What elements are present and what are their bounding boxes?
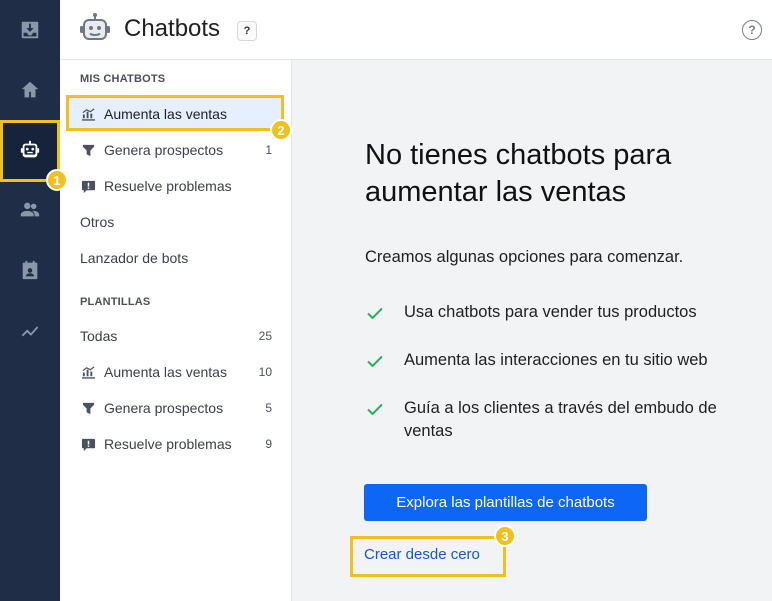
benefit-text: Usa chatbots para vender tus productos [404,303,697,321]
funnel-icon [80,400,96,416]
support-chat-icon [80,436,96,452]
checkmark-icon [365,303,385,323]
item-count: 9 [265,437,272,451]
sales-chart-icon [80,364,96,380]
sidebar-item-templates-leads[interactable]: Genera prospectos 5 [68,392,284,424]
section-label-templates: PLANTILLAS [80,296,151,308]
rail-item-inbox[interactable] [0,0,60,60]
analytics-icon [21,326,39,337]
sidebar-item-templates-problems[interactable]: Resuelve problemas 9 [68,428,284,460]
checkmark-icon [365,399,385,419]
callout-badge: 2 [270,119,292,141]
benefit-item: Aumenta las interacciones en tu sitio we… [365,349,755,372]
empty-state-panel: No tienes chatbots para aumentar las ven… [292,60,772,601]
callout-badge: 1 [46,169,68,191]
sidebar-item-label: Otros [80,214,115,230]
sidebar-item-bot-launcher[interactable]: Lanzador de bots [68,242,284,274]
callout-badge: 3 [494,525,516,547]
benefit-text: Aumenta las interacciones en tu sitio we… [404,351,708,369]
rail-item-clipboard[interactable] [0,240,60,300]
sidebar-item-label: Resuelve problemas [104,436,232,452]
contacts-icon [20,202,40,217]
benefit-item: Usa chatbots para vender tus productos [365,301,755,324]
page-header: Chatbots ? ? [60,0,772,60]
support-chat-icon [80,178,96,194]
item-count: 1 [265,143,272,157]
home-icon [21,81,39,98]
sidebar-item-label: Genera prospectos [104,400,224,416]
section-label-my-chatbots: MIS CHATBOTS [80,73,166,85]
sidebar-item-label: Resuelve problemas [104,178,232,194]
explore-templates-button[interactable]: Explora las plantillas de chatbots [364,484,647,521]
help-icon[interactable]: ? [742,20,762,40]
callout-highlight-create-from-scratch [350,536,506,577]
sidebar-item-label: Todas [80,328,118,344]
sidebar-item-label: Aumenta las ventas [104,364,227,380]
callout-highlight-increase-sales [66,95,284,131]
page-title: Chatbots [124,15,221,42]
item-count: 25 [258,329,272,343]
icon-rail [0,0,60,601]
sidebar-item-generate-leads[interactable]: Genera prospectos 1 [68,134,284,166]
item-count: 5 [265,401,272,415]
chatbot-icon [80,13,110,40]
sidebar-item-others[interactable]: Otros [68,206,284,238]
clipboard-icon [22,260,38,280]
empty-state-intro: Creamos algunas opciones para comenzar. [365,248,684,266]
sidebar-item-label: Genera prospectos [104,142,224,158]
sidebar-item-label: Lanzador de bots [80,250,189,266]
title-help-button[interactable]: ? [237,21,257,41]
benefit-text: Guía a los clientes a través del embudo … [404,399,717,440]
benefit-item: Guía a los clientes a través del embudo … [365,397,765,443]
empty-state-heading: No tienes chatbots para aumentar las ven… [365,139,672,208]
rail-item-home[interactable] [0,60,60,120]
sidebar-item-solve-problems[interactable]: Resuelve problemas [68,170,284,202]
checkmark-icon [365,351,385,371]
sidebar-item-templates-sales[interactable]: Aumenta las ventas 10 [68,356,284,388]
item-count: 10 [258,365,272,379]
sidebar-item-templates-all[interactable]: Todas 25 [68,320,284,352]
chatbots-sidebar: MIS CHATBOTS Aumenta las ventas Genera p… [60,60,292,601]
funnel-icon [80,142,96,158]
inbox-icon [21,21,39,39]
rail-item-analytics[interactable] [0,300,60,360]
